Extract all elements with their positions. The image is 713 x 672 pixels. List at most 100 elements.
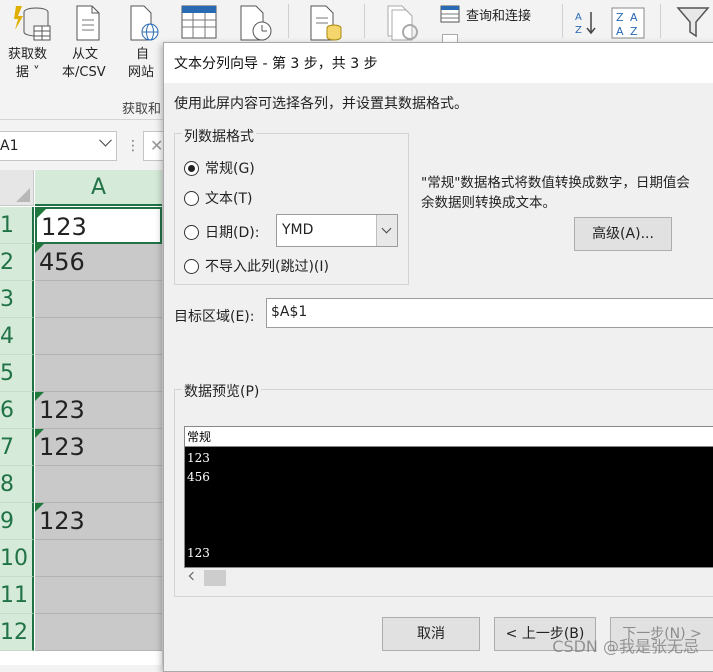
- sort-dialog-button[interactable]: Z A A Z: [610, 6, 646, 40]
- radio-unselected-icon[interactable]: [184, 224, 199, 240]
- format-hint-line-2: 余数据则转换成文本。: [421, 195, 556, 211]
- existing-connections-button[interactable]: [304, 0, 346, 42]
- date-format-select[interactable]: YMD: [276, 214, 398, 247]
- radio-selected-icon[interactable]: [184, 160, 199, 176]
- scroll-left-icon[interactable]: [188, 571, 198, 581]
- format-hint: "常规"数据格式将数值转换成数字，日期值会 余数据则转换成文本。: [421, 173, 713, 213]
- recent-sources-button[interactable]: [236, 0, 276, 42]
- sort-ascending-button[interactable]: A Z: [574, 8, 598, 38]
- preview-row: 123: [187, 546, 210, 560]
- advanced-button[interactable]: 高级(A)...: [574, 217, 672, 251]
- svg-text:A: A: [616, 25, 624, 38]
- preview-column-header[interactable]: 常规: [185, 427, 713, 447]
- data-preview-label: 数据预览(P): [182, 381, 262, 401]
- recent-clock-icon: [240, 5, 272, 41]
- cell[interactable]: [35, 318, 162, 355]
- name-box[interactable]: A1: [0, 131, 117, 161]
- row-header[interactable]: 4: [0, 318, 34, 355]
- cell[interactable]: [35, 577, 162, 614]
- globe-file-icon: [130, 5, 159, 41]
- name-box-value: A1: [0, 138, 19, 154]
- cell-value: 123: [39, 433, 85, 461]
- sort-za-icon: Z A A Z: [611, 7, 645, 39]
- cell-value: 456: [39, 248, 85, 276]
- sort-az-icon: A Z: [575, 12, 596, 36]
- destination-value: $A$1: [271, 304, 308, 320]
- row-header[interactable]: 10: [0, 540, 34, 577]
- query-table-icon: [440, 5, 460, 23]
- radio-text[interactable]: 文本(T): [184, 188, 252, 208]
- cell[interactable]: [35, 355, 162, 392]
- table-icon: [181, 5, 217, 39]
- svg-text:A: A: [575, 12, 582, 23]
- query-connections-button[interactable]: 查询和连接: [440, 4, 560, 26]
- date-format-value: YMD: [282, 222, 314, 238]
- row-header[interactable]: 5: [0, 355, 34, 392]
- from-web-label-1: 自: [136, 47, 150, 62]
- error-indicator-icon[interactable]: [35, 392, 44, 401]
- from-text-csv-button[interactable]: 从文 本/CSV: [60, 0, 116, 92]
- select-all-corner[interactable]: [0, 170, 34, 206]
- error-indicator-icon[interactable]: [35, 429, 44, 438]
- error-indicator-icon[interactable]: [37, 209, 46, 218]
- format-hint-line-1: "常规"数据格式将数值转换成数字，日期值会: [421, 175, 690, 191]
- scrollbar-thumb[interactable]: [204, 570, 226, 586]
- destination-input[interactable]: $A$1: [266, 298, 713, 328]
- row-header[interactable]: 2: [0, 244, 34, 281]
- refresh-icon: [387, 5, 418, 41]
- from-table-button[interactable]: [178, 0, 222, 42]
- error-indicator-icon[interactable]: [35, 244, 44, 253]
- active-cell[interactable]: 123: [35, 207, 162, 244]
- chevron-down-icon[interactable]: [99, 133, 112, 147]
- from-csv-label-2: 本/CSV: [62, 65, 106, 80]
- radio-date-label: 日期(D):: [205, 225, 260, 241]
- ribbon-separator: [288, 4, 289, 38]
- radio-skip-label: 不导入此列(跳过)(I): [205, 259, 329, 275]
- row-header[interactable]: 9: [0, 503, 34, 540]
- from-csv-label-1: 从文: [72, 47, 99, 62]
- from-web-button[interactable]: 自 网站: [120, 0, 166, 92]
- row-header[interactable]: 3: [0, 281, 34, 318]
- error-indicator-icon[interactable]: [35, 503, 44, 512]
- radio-date[interactable]: 日期(D):: [184, 222, 259, 242]
- row-header[interactable]: 12: [0, 614, 34, 651]
- cell[interactable]: 123: [35, 392, 162, 429]
- cell[interactable]: [35, 466, 162, 503]
- cancel-button[interactable]: 取消: [382, 617, 480, 651]
- refresh-all-button[interactable]: [380, 0, 424, 42]
- chevron-down-icon[interactable]: [376, 215, 397, 246]
- preview-horizontal-scrollbar[interactable]: [184, 568, 713, 588]
- watermark: CSDN @我是张无忌: [552, 637, 699, 656]
- radio-unselected-icon[interactable]: [184, 190, 199, 206]
- cell-value: 123: [39, 507, 85, 535]
- radio-unselected-icon[interactable]: [184, 258, 199, 274]
- column-header-a[interactable]: A: [35, 170, 162, 206]
- row-header[interactable]: 1: [0, 207, 34, 244]
- properties-button[interactable]: [440, 32, 480, 42]
- cell[interactable]: 456: [35, 244, 162, 281]
- get-data-label-1: 获取数: [8, 47, 48, 62]
- ribbon-group-label: 获取和: [122, 102, 162, 117]
- radio-skip-column[interactable]: 不导入此列(跳过)(I): [184, 256, 329, 276]
- dialog-description: 使用此屏内容可选择各列，并设置其数据格式。: [174, 96, 468, 112]
- svg-text:Z: Z: [630, 25, 638, 38]
- cell[interactable]: 123: [35, 503, 162, 540]
- get-data-button[interactable]: 获取数 据 ˅: [4, 0, 58, 92]
- filter-button[interactable]: [676, 4, 712, 40]
- formula-bar-grip[interactable]: ⋮: [126, 138, 140, 154]
- cell[interactable]: [35, 540, 162, 577]
- close-icon: ✕: [150, 136, 164, 155]
- row-header[interactable]: 7: [0, 429, 34, 466]
- text-to-columns-dialog: 文本分列向导 - 第 3 步，共 3 步 使用此屏内容可选择各列，并设置其数据格…: [163, 42, 713, 672]
- worksheet-grid: A 1 123 2 456 3 4 5 6 123 7 123 8 9 123 10 11 12: [0, 170, 175, 665]
- row-header[interactable]: 8: [0, 466, 34, 503]
- radio-general[interactable]: 常规(G): [184, 158, 255, 178]
- cell[interactable]: [35, 281, 162, 318]
- row-header[interactable]: 6: [0, 392, 34, 429]
- properties-icon: [442, 34, 458, 42]
- row-header[interactable]: 11: [0, 577, 34, 614]
- data-preview-pane[interactable]: 常规 123 456 123: [184, 426, 713, 568]
- preview-row: 456: [187, 470, 210, 484]
- cell[interactable]: [35, 614, 162, 651]
- cell[interactable]: 123: [35, 429, 162, 466]
